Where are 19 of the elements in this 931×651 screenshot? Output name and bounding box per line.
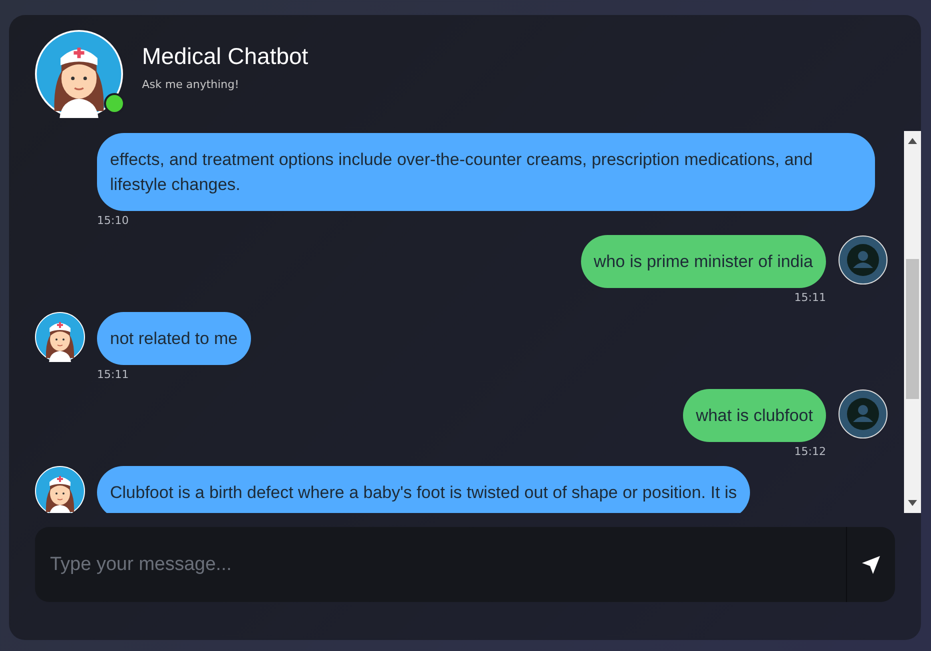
scroll-up-icon[interactable] [908, 138, 917, 144]
send-button[interactable] [846, 527, 895, 602]
chat-subtitle: Ask me anything! [142, 78, 240, 91]
message-time: 15:11 [97, 368, 129, 381]
bot-message: not related to me [97, 312, 251, 365]
message-input-field[interactable]: Type your message... [35, 527, 846, 602]
scrollbar[interactable] [904, 131, 921, 513]
message-time: 15:12 [794, 445, 826, 458]
scrollbar-thumb[interactable] [906, 259, 919, 399]
bot-message: Clubfoot is a birth defect where a baby's foot is twisted out of shape or position. It is [97, 466, 750, 513]
nurse-avatar-icon [35, 30, 123, 118]
user-message: who is prime minister of india [580, 235, 826, 288]
message-time: 15:11 [794, 291, 826, 304]
message-time: 15:10 [97, 214, 129, 227]
bot-message: effects, and treatment options include over-the-counter creams, prescription medications, and lifestyle changes. [97, 133, 875, 211]
scroll-down-icon[interactable] [908, 500, 917, 506]
send-icon [861, 554, 881, 574]
user-message: what is clubfoot [682, 389, 826, 442]
chat-title: Medical Chatbot [142, 43, 308, 70]
